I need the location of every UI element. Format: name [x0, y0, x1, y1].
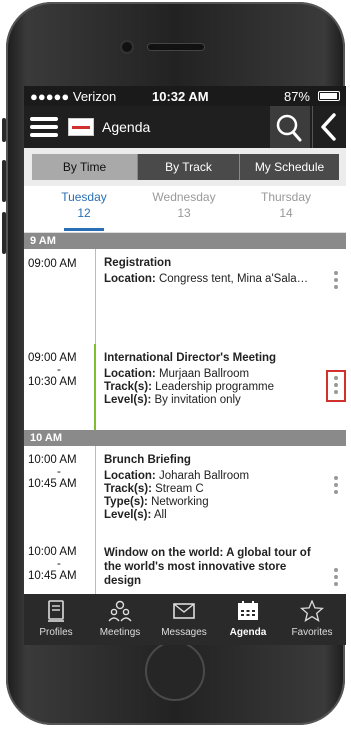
more-options-icon[interactable] — [332, 271, 340, 291]
session-details: Registration Location: Congress tent, Mi… — [104, 257, 316, 286]
session-types: Type(s): Networking — [104, 496, 209, 508]
session-details: Brunch Briefing Location: Joharah Ballro… — [104, 454, 316, 522]
session-location: Location: Joharah Ballroom — [104, 470, 250, 482]
tab-label: Favorites — [291, 627, 333, 638]
session-registration[interactable]: 09:00 AM Registration Location: Congress… — [24, 249, 346, 345]
day-name: Thursday — [260, 190, 312, 204]
session-time: 09:00 AM - 10:30 AM — [24, 344, 96, 430]
more-options-icon[interactable] — [332, 568, 340, 588]
day-number: 14 — [279, 206, 293, 220]
day-name: Tuesday — [61, 190, 107, 204]
day-name: Wednesday — [152, 190, 216, 204]
phone-frame: ●●●●● Verizon 10:32 AM 87% Agenda By Tim… — [0, 0, 351, 729]
menu-icon[interactable] — [30, 114, 58, 140]
session-details: International Director's Meeting Locatio… — [104, 352, 316, 407]
day-selector: Tuesday 12 Wednesday 13 Thursday 14 — [24, 186, 346, 233]
search-button[interactable] — [270, 106, 310, 148]
hour-header: 10 AM — [24, 430, 346, 446]
session-time: 09:00 AM — [24, 249, 96, 344]
profile-card-icon — [48, 600, 64, 622]
session-levels: Level(s): By invitation only — [104, 394, 241, 406]
back-arrow-icon — [321, 113, 336, 141]
session-title: Registration — [104, 257, 172, 269]
time-dash: - — [57, 466, 61, 478]
earpiece-speaker — [148, 44, 204, 50]
session-end: 10:45 AM — [28, 478, 77, 490]
front-camera — [122, 42, 132, 52]
session-time: 10:00 AM - 10:45 AM — [24, 538, 96, 594]
volume-down-button — [2, 212, 6, 254]
clock: 10:32 AM — [152, 89, 209, 104]
back-button[interactable] — [312, 106, 346, 148]
session-window-on-the-world[interactable]: 10:00 AM - 10:45 AM Window on the world:… — [24, 538, 346, 594]
star-icon — [300, 600, 324, 622]
session-title: Window on the world: A global tour of th… — [104, 547, 311, 587]
session-location: Location: Congress tent, Mina a'Salam en… — [104, 273, 316, 285]
tab-label: Messages — [161, 627, 207, 638]
session-time: 10:00 AM - 10:45 AM — [24, 446, 96, 538]
active-day-indicator — [64, 228, 104, 231]
bottom-tab-bar: Profiles Meetings Messages Agenda Favori… — [24, 594, 346, 645]
tab-by-time[interactable]: By Time — [32, 154, 137, 180]
day-tab-tuesday[interactable]: Tuesday 12 — [34, 190, 134, 220]
tab-meetings[interactable]: Meetings — [88, 594, 152, 645]
session-start: 09:00 AM — [28, 352, 77, 364]
mute-switch — [2, 118, 6, 142]
session-end: 10:45 AM — [28, 570, 77, 582]
page-title: Agenda — [102, 119, 151, 135]
time-dash: - — [57, 558, 61, 570]
tab-agenda[interactable]: Agenda — [216, 594, 280, 645]
tab-profiles[interactable]: Profiles — [24, 594, 88, 645]
battery-percent: 87% — [283, 89, 310, 104]
session-end: 10:30 AM — [28, 376, 77, 388]
session-tracks: Track(s): Stream C — [104, 483, 204, 495]
time-dash: - — [57, 364, 61, 376]
tab-by-track[interactable]: By Track — [137, 154, 239, 180]
day-tab-thursday[interactable]: Thursday 14 — [236, 190, 336, 220]
session-start: 09:00 AM — [28, 258, 77, 270]
tab-messages[interactable]: Messages — [152, 594, 216, 645]
app-logo — [68, 118, 94, 136]
status-bar: ●●●●● Verizon 10:32 AM 87% — [24, 86, 346, 106]
session-details: Window on the world: A global tour of th… — [104, 546, 316, 591]
tab-label: Profiles — [39, 627, 73, 638]
session-tracks: Track(s): Leadership programme — [104, 381, 275, 393]
carrier-label: ●●●●● Verizon — [30, 89, 117, 104]
more-options-icon[interactable] — [326, 370, 346, 402]
session-title: International Director's Meeting — [104, 352, 277, 364]
session-location: Location: Murjaan Ballroom — [104, 368, 250, 380]
tab-label: Agenda — [229, 627, 267, 638]
screen: ●●●●● Verizon 10:32 AM 87% Agenda By Tim… — [24, 86, 346, 645]
session-title: Brunch Briefing — [104, 454, 191, 466]
tab-favorites[interactable]: Favorites — [280, 594, 344, 645]
tab-label: Meetings — [99, 627, 141, 638]
view-mode-tabs: By Time By Track My Schedule — [24, 148, 346, 186]
more-options-icon[interactable] — [332, 476, 340, 496]
hour-header: 9 AM — [24, 233, 346, 249]
battery-icon — [318, 91, 340, 101]
tab-my-schedule[interactable]: My Schedule — [239, 154, 339, 180]
session-start: 10:00 AM — [28, 546, 77, 558]
day-number: 12 — [77, 206, 91, 220]
session-international-directors-meeting[interactable]: 09:00 AM - 10:30 AM International Direct… — [24, 344, 346, 431]
calendar-icon — [238, 601, 258, 620]
app-bar: Agenda — [24, 106, 346, 148]
search-icon — [276, 114, 302, 142]
session-brunch-briefing[interactable]: 10:00 AM - 10:45 AM Brunch Briefing Loca… — [24, 446, 346, 539]
day-number: 13 — [177, 206, 191, 220]
envelope-icon — [173, 603, 195, 619]
day-tab-wednesday[interactable]: Wednesday 13 — [134, 190, 234, 220]
volume-up-button — [2, 160, 6, 202]
session-start: 10:00 AM — [28, 454, 77, 466]
meetings-icon — [108, 600, 132, 622]
home-button[interactable] — [145, 641, 205, 701]
session-levels: Level(s): All — [104, 509, 167, 521]
